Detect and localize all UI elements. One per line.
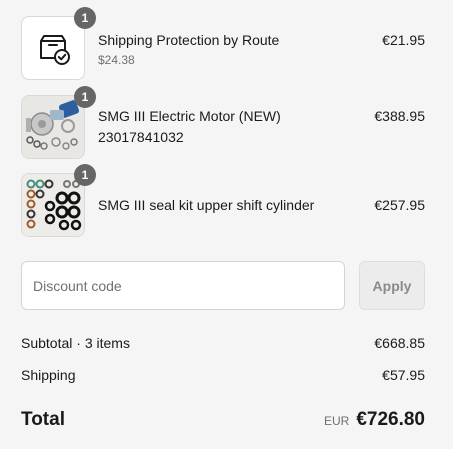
item-original-price: $24.38 (98, 53, 135, 67)
subtotal-value: €668.85 (374, 335, 425, 351)
item-price: €257.95 (374, 197, 425, 213)
line-item: 1 Shipping Protection by Route $24.38 €2… (21, 7, 425, 80)
item-price: €21.95 (382, 32, 425, 48)
quantity-badge: 1 (74, 164, 96, 186)
total-label: Total (21, 409, 65, 430)
order-summary-panel: 1 Shipping Protection by Route $24.38 €2… (0, 0, 453, 449)
item-sku: 23017841032 (98, 129, 184, 145)
apply-discount-button[interactable]: Apply (359, 261, 425, 310)
discount-row: Apply (21, 261, 425, 310)
electric-motor-photo (22, 96, 84, 158)
item-info: SMG III Electric Motor (NEW) 23017841032 (98, 106, 348, 148)
total-currency: EUR (323, 414, 350, 428)
product-image (21, 173, 85, 237)
item-title: Shipping Protection by Route (98, 32, 280, 48)
item-title: SMG III seal kit upper shift cylinder (98, 197, 315, 213)
shipping-value: €57.95 (382, 367, 425, 383)
product-image (21, 95, 85, 159)
subtotal-label: Subtotal · 3 items (21, 335, 130, 351)
shipping-row: Shipping €57.95 (21, 365, 425, 385)
total-row: Total EUR €726.80 (21, 409, 425, 431)
product-thumbnail: 1 (21, 164, 96, 237)
product-thumbnail: 1 (21, 86, 96, 159)
quantity-badge: 1 (74, 7, 96, 29)
total-amount: EUR €726.80 (324, 409, 425, 431)
line-item: 1 SMG III seal kit upper shift cylinder … (21, 164, 425, 237)
subtotal-row: Subtotal · 3 items €668.85 (21, 333, 425, 353)
shipping-label: Shipping (21, 367, 76, 383)
item-info: SMG III seal kit upper shift cylinder (98, 195, 348, 216)
item-title: SMG III Electric Motor (NEW) (98, 108, 281, 124)
line-item: 1 SMG III Electric Motor (NEW) 230178410… (21, 86, 425, 159)
seal-kit-photo (22, 174, 84, 236)
discount-code-input[interactable] (21, 261, 345, 310)
total-value: €726.80 (356, 409, 425, 430)
item-info: Shipping Protection by Route $24.38 (98, 30, 348, 69)
box-check-icon (40, 35, 70, 65)
product-thumbnail: 1 (21, 7, 96, 80)
quantity-badge: 1 (74, 86, 96, 108)
product-image (21, 16, 85, 80)
item-price: €388.95 (374, 108, 425, 124)
